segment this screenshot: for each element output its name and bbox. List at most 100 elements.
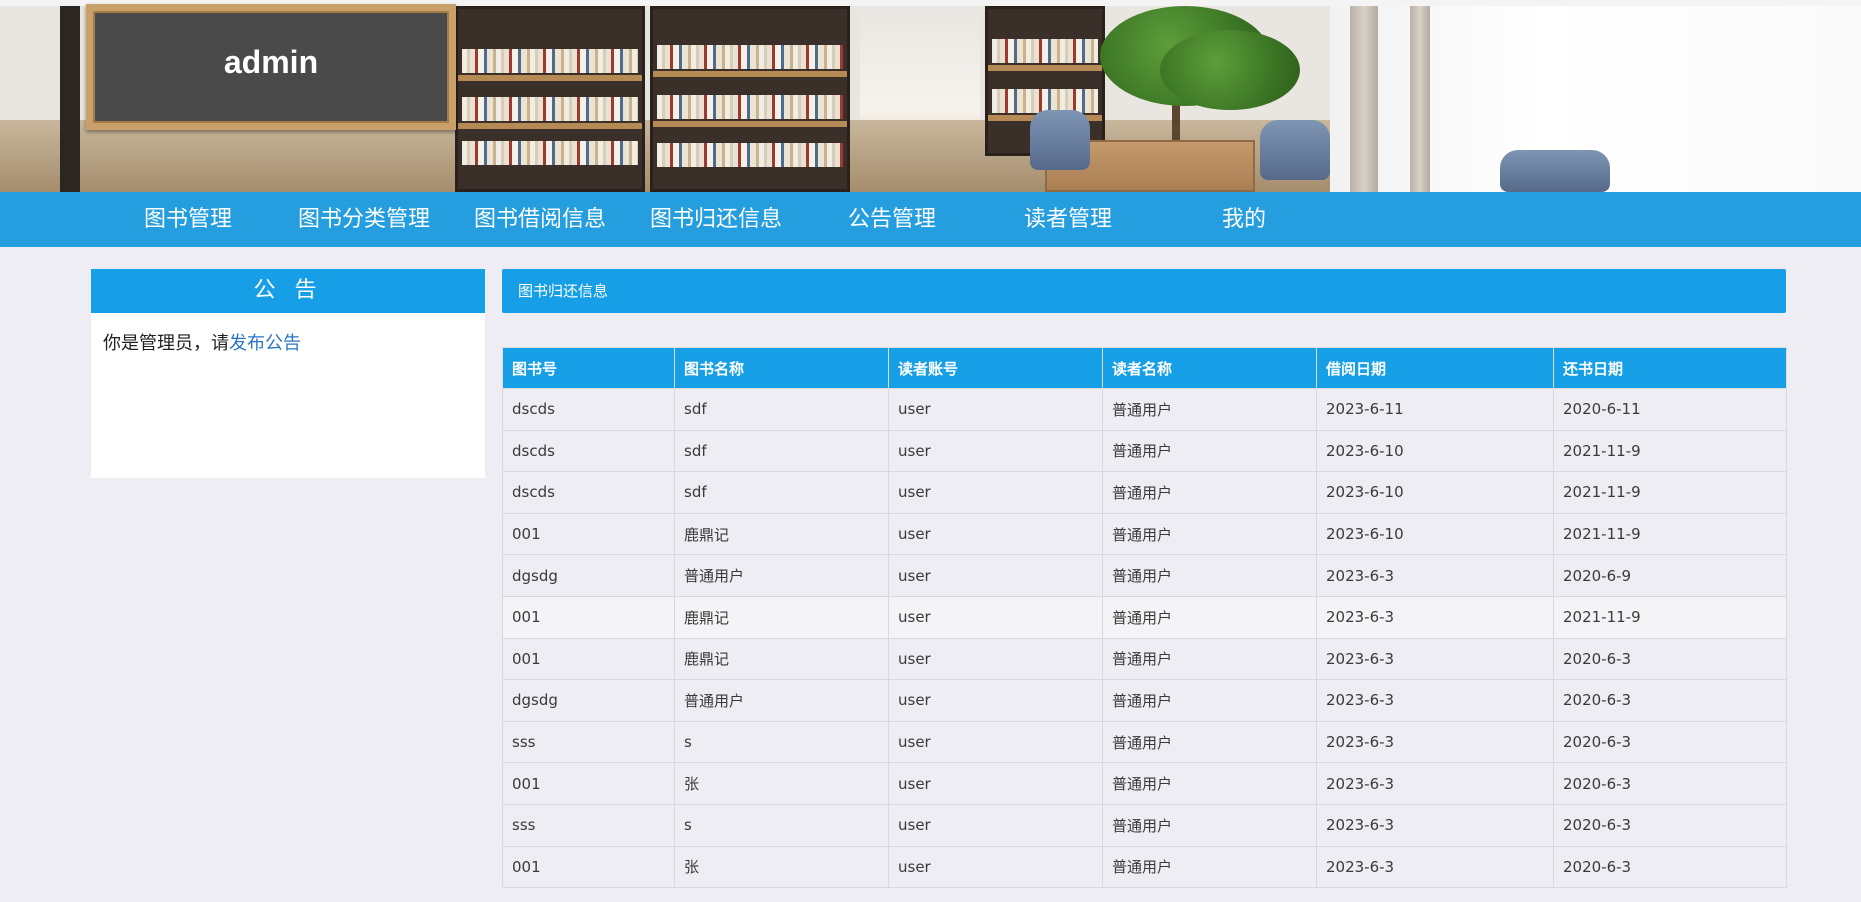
column-header-book-name: 图书名称 [674,347,889,389]
cell-book-id: sss [502,803,675,847]
nav-item-announcement-management[interactable]: 公告管理 [842,192,942,247]
announcement-body: 你是管理员，请发布公告 [91,313,485,371]
cell-return-date: 2021-11-9 [1553,512,1787,556]
cell-borrow-date: 2023-6-10 [1316,429,1554,473]
table-row: 001 鹿鼎记 user 普通用户 2023-6-10 2021-11-9 [502,512,1787,556]
bookshelf [455,6,645,192]
cell-reader-name: 普通用户 [1102,595,1317,639]
cell-book-name: s [674,803,889,847]
cell-return-date: 2021-11-9 [1553,595,1787,639]
nav-item-return-info[interactable]: 图书归还信息 [646,192,786,247]
table-header-row: 图书号 图书名称 读者账号 读者名称 借阅日期 还书日期 [502,347,1787,389]
cell-return-date: 2021-11-9 [1553,429,1787,473]
cell-borrow-date: 2023-6-10 [1316,471,1554,514]
nav-item-book-category[interactable]: 图书分类管理 [294,192,434,247]
table-row: dgsdg 普通用户 user 普通用户 2023-6-3 2020-6-9 [502,554,1787,597]
cell-book-id: 001 [502,595,675,639]
cell-reader-name: 普通用户 [1102,720,1317,764]
cell-return-date: 2020-6-9 [1553,554,1787,597]
cell-return-date: 2020-6-3 [1553,637,1787,681]
nav-item-borrow-info[interactable]: 图书借阅信息 [470,192,610,247]
cell-borrow-date: 2023-6-3 [1316,595,1554,639]
cell-borrow-date: 2023-6-11 [1316,388,1554,431]
nav-item-mine[interactable]: 我的 [1214,192,1274,247]
cell-book-name: 鹿鼎记 [674,637,889,681]
cell-reader-account: user [888,471,1103,514]
column-header-book-id: 图书号 [502,347,675,389]
bookshelf [650,6,850,192]
table-row: dscds sdf user 普通用户 2023-6-10 2021-11-9 [502,471,1787,514]
cell-return-date: 2020-6-3 [1553,720,1787,764]
cell-book-name: 普通用户 [674,554,889,597]
cell-book-name: 鹿鼎记 [674,595,889,639]
return-info-table: 图书号 图书名称 读者账号 读者名称 借阅日期 还书日期 dscds sdf use… [502,347,1787,889]
cell-book-id: dscds [502,429,675,473]
panel-title: 图书归还信息 [502,269,1786,313]
cell-reader-name: 普通用户 [1102,762,1317,805]
banner-pillar [60,6,80,192]
cell-reader-name: 普通用户 [1102,554,1317,597]
banner-plant [1160,30,1300,110]
announcement-panel: 公 告 你是管理员，请发布公告 [91,269,485,478]
cell-reader-name: 普通用户 [1102,845,1317,889]
table-row: sss s user 普通用户 2023-6-3 2020-6-3 [502,803,1787,847]
cell-reader-account: user [888,512,1103,556]
cell-borrow-date: 2023-6-10 [1316,512,1554,556]
cell-reader-name: 普通用户 [1102,471,1317,514]
cell-return-date: 2020-6-3 [1553,845,1787,889]
announcement-title: 公 告 [91,269,485,313]
cell-reader-name: 普通用户 [1102,512,1317,556]
cell-borrow-date: 2023-6-3 [1316,637,1554,681]
cell-reader-account: user [888,720,1103,764]
cell-book-name: 张 [674,845,889,889]
cell-reader-account: user [888,388,1103,431]
table-row: dscds sdf user 普通用户 2023-6-10 2021-11-9 [502,429,1787,473]
table-row: 001 张 user 普通用户 2023-6-3 2020-6-3 [502,762,1787,805]
table-row: 001 鹿鼎记 user 普通用户 2023-6-3 2021-11-9 [502,595,1787,639]
column-header-borrow-date: 借阅日期 [1316,347,1554,389]
cell-return-date: 2020-6-3 [1553,679,1787,722]
table-row: dscds sdf user 普通用户 2023-6-11 2020-6-11 [502,388,1787,431]
cell-reader-name: 普通用户 [1102,679,1317,722]
table-row: dgsdg 普通用户 user 普通用户 2023-6-3 2020-6-3 [502,679,1787,722]
publish-announcement-link[interactable]: 发布公告 [229,333,301,354]
cell-return-date: 2020-6-11 [1553,388,1787,431]
cell-book-id: dscds [502,471,675,514]
cell-reader-account: user [888,762,1103,805]
cell-reader-account: user [888,554,1103,597]
cell-book-id: 001 [502,845,675,889]
cell-reader-name: 普通用户 [1102,803,1317,847]
cell-book-name: sdf [674,429,889,473]
banner-chair [1260,120,1330,180]
site-title: admin [223,43,319,80]
chalkboard-sign: admin [86,4,456,130]
cell-reader-name: 普通用户 [1102,637,1317,681]
column-header-return-date: 还书日期 [1553,347,1787,389]
cell-book-name: s [674,720,889,764]
banner-curtain [1410,6,1430,192]
main-nav: 图书管理 图书分类管理 图书借阅信息 图书归还信息 公告管理 读者管理 我的 [0,192,1861,247]
table-row: 001 张 user 普通用户 2023-6-3 2020-6-3 [502,845,1787,889]
cell-reader-account: user [888,637,1103,681]
cell-return-date: 2021-11-9 [1553,471,1787,514]
banner-chair [1030,110,1090,170]
announcement-text: 你是管理员，请 [103,333,229,354]
cell-book-id: dscds [502,388,675,431]
cell-borrow-date: 2023-6-3 [1316,762,1554,805]
banner-curtain [1350,6,1378,192]
cell-book-name: sdf [674,471,889,514]
column-header-reader-account: 读者账号 [888,347,1103,389]
table-body: dscds sdf user 普通用户 2023-6-11 2020-6-11 dscds s… [502,388,1787,889]
cell-book-name: 普通用户 [674,679,889,722]
cell-book-id: 001 [502,762,675,805]
table-row: sss s user 普通用户 2023-6-3 2020-6-3 [502,720,1787,764]
cell-return-date: 2020-6-3 [1553,803,1787,847]
nav-item-reader-management[interactable]: 读者管理 [1018,192,1118,247]
cell-reader-account: user [888,429,1103,473]
nav-item-book-management[interactable]: 图书管理 [138,192,238,247]
cell-borrow-date: 2023-6-3 [1316,803,1554,847]
cell-borrow-date: 2023-6-3 [1316,554,1554,597]
cell-book-name: 鹿鼎记 [674,512,889,556]
cell-borrow-date: 2023-6-3 [1316,720,1554,764]
cell-book-id: 001 [502,512,675,556]
